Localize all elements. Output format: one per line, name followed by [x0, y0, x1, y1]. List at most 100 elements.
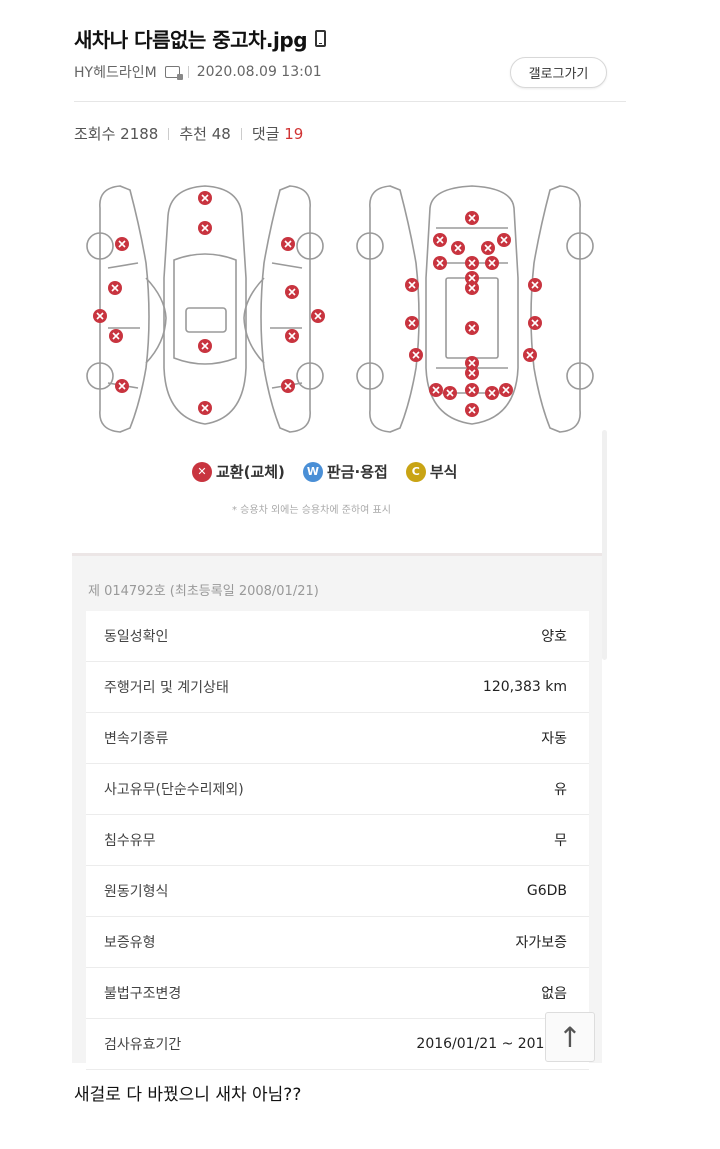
row-value: G6DB	[526, 883, 567, 899]
post-stats: 조회수 2188 추천 48 댓글 19	[74, 123, 303, 144]
replace-marker-icon	[528, 316, 542, 330]
row-value: 무	[554, 833, 567, 849]
table-row: 변속기종류 자동	[86, 713, 589, 764]
top-view-sunroof	[185, 307, 227, 333]
inspection-table: 동일성확인 양호 주행거리 및 계기상태 120,383 km 변속기종류 자동 사고유무(…	[86, 611, 589, 1070]
scroll-top-button[interactable]: ↑	[545, 1012, 595, 1062]
replace-marker-icon	[405, 316, 419, 330]
replace-marker-icon	[465, 383, 479, 397]
fixed-nickname-icon	[164, 66, 183, 80]
row-label: 사고유무(단순수리제외)	[104, 782, 244, 798]
row-value: 자가보증	[515, 935, 567, 951]
row-label: 침수유무	[104, 833, 156, 849]
legend-replace: ✕ 교환(교체)	[192, 461, 285, 482]
replace-marker-icon	[281, 237, 295, 251]
diagram-note: * 승용차 외에는 승용차에 준하여 표시	[232, 505, 391, 516]
replace-marker-icon	[198, 401, 212, 415]
replace-marker-icon	[528, 278, 542, 292]
car-diagram-svg	[86, 185, 594, 433]
replace-marker-icon	[499, 383, 513, 397]
table-row: 보증유형 자가보증	[86, 917, 589, 968]
replacement-markers	[93, 191, 542, 417]
meta-divider	[187, 66, 189, 78]
author-name[interactable]: HY헤드라인M	[74, 62, 157, 82]
legend-corrosion-label: 부식	[429, 463, 458, 481]
replace-marker-icon	[523, 348, 537, 362]
right-side-door-line	[270, 262, 303, 389]
replace-marker-icon	[485, 256, 499, 270]
car-damage-diagram	[60, 168, 620, 458]
header-divider	[74, 101, 626, 102]
comment-label: 댓글	[251, 125, 280, 143]
table-row: 침수유무 무	[86, 815, 589, 866]
replace-marker-icon	[198, 191, 212, 205]
post-meta: HY헤드라인M 2020.08.09 13:01	[74, 62, 322, 82]
row-value: 자동	[541, 731, 567, 747]
replace-marker-icon	[465, 366, 479, 380]
legend-corrosion: C 부식	[405, 461, 458, 482]
replace-x-icon: ✕	[192, 461, 212, 482]
replace-marker-icon	[285, 285, 299, 299]
legend-weld-label: 판금·용접	[326, 463, 388, 481]
gallog-button[interactable]: 갤로그가기	[510, 57, 607, 88]
replace-marker-icon	[285, 329, 299, 343]
replace-marker-icon	[465, 211, 479, 225]
replace-marker-icon	[497, 233, 511, 247]
row-label: 불법구조변경	[104, 986, 182, 1002]
row-value: 없음	[541, 986, 567, 1002]
scrollbar[interactable]	[602, 430, 607, 660]
replace-marker-icon	[485, 386, 499, 400]
stat-divider	[168, 127, 170, 140]
post-title: 새차나 다름없는 중고차.jpg	[74, 24, 327, 53]
registration-number: 제 014792호 (최초등록일 2008/01/21)	[88, 584, 319, 599]
frame-left-side	[369, 185, 420, 433]
row-label: 검사유효기간	[104, 1037, 182, 1053]
replace-marker-icon	[281, 379, 295, 393]
view-count: 조회수 2188	[74, 125, 159, 143]
replace-marker-icon	[433, 256, 447, 270]
replace-marker-icon	[481, 241, 495, 255]
row-label: 보증유형	[104, 935, 156, 951]
table-row: 주행거리 및 계기상태 120,383 km	[86, 662, 589, 713]
legend-weld: W 판금·용접	[302, 461, 388, 482]
table-row: 불법구조변경 없음	[86, 968, 589, 1019]
replace-marker-icon	[109, 329, 123, 343]
row-label: 동일성확인	[104, 629, 169, 645]
post-title-text: 새차나 다름없는 중고차.jpg	[74, 28, 308, 52]
legend-replace-label: 교환(교체)	[216, 463, 285, 481]
table-row: 검사유효기간 2016/01/21 ~ 2018/0	[86, 1019, 589, 1070]
right-side-outline	[260, 185, 311, 433]
replace-marker-icon	[198, 339, 212, 353]
replace-marker-icon	[433, 233, 447, 247]
row-value: 유	[554, 782, 567, 798]
replace-marker-icon	[115, 237, 129, 251]
replace-marker-icon	[311, 309, 325, 323]
left-side-outline	[99, 185, 150, 433]
comment-count: 19	[284, 125, 304, 143]
comment-stat[interactable]: 댓글 19	[252, 123, 303, 144]
replace-marker-icon	[443, 386, 457, 400]
corrosion-c-icon: C	[405, 461, 426, 482]
row-label: 원동기형식	[104, 884, 169, 900]
mobile-phone-icon	[315, 30, 327, 47]
replace-marker-icon	[451, 241, 465, 255]
stat-divider	[240, 127, 242, 140]
inspection-panel: 제 014792호 (최초등록일 2008/01/21) 동일성확인 양호주행거리…	[72, 553, 602, 1070]
replace-marker-icon	[429, 383, 443, 397]
table-row: 원동기형식 G6DB	[86, 866, 589, 917]
replace-marker-icon	[465, 281, 479, 295]
replace-marker-icon	[93, 309, 107, 323]
replace-marker-icon	[115, 379, 129, 393]
recommend-count: 추천 48	[179, 125, 231, 143]
table-row: 동일성확인 양호	[86, 611, 589, 662]
diagram-legend: ✕ 교환(교체) W 판금·용접 C 부식	[192, 461, 457, 482]
row-value: 양호	[541, 629, 567, 645]
post-body-text: 새걸로 다 바꿨으니 새차 아님??	[74, 1085, 302, 1105]
replace-marker-icon	[108, 281, 122, 295]
replace-marker-icon	[405, 278, 419, 292]
post-datetime: 2020.08.09 13:01	[196, 64, 322, 80]
weld-w-icon: W	[302, 461, 323, 482]
frame-right-side	[530, 185, 581, 433]
replace-marker-icon	[465, 256, 479, 270]
table-row: 사고유무(단순수리제외) 유	[86, 764, 589, 815]
